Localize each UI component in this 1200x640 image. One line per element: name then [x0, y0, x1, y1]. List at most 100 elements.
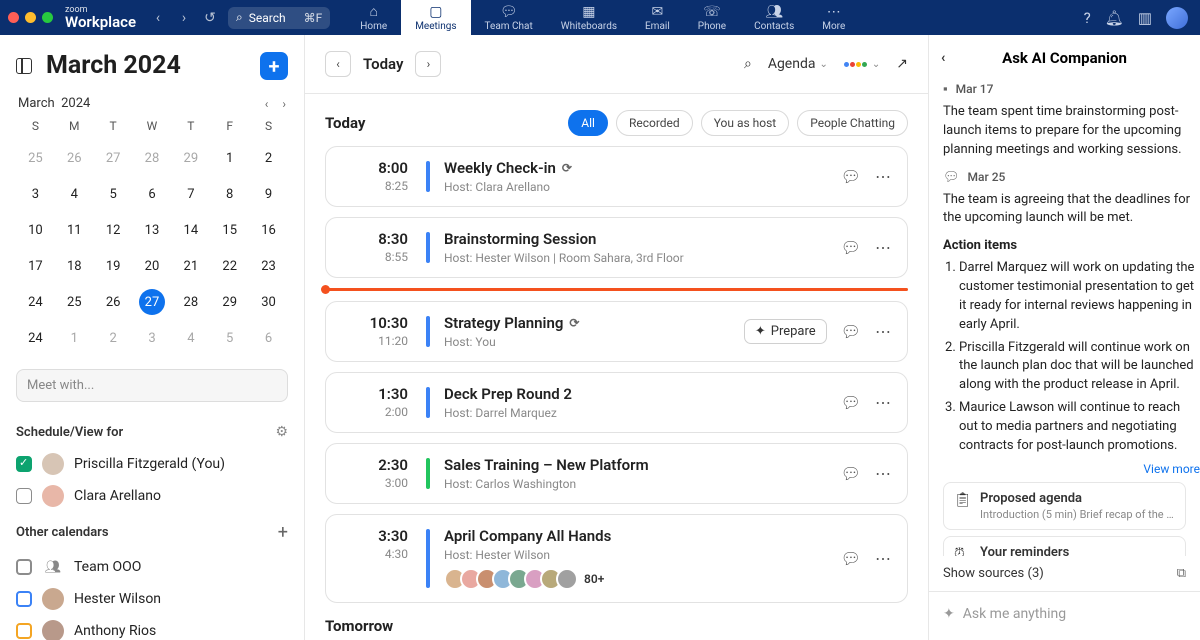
- prev-month-icon[interactable]: ‹: [265, 97, 269, 111]
- calendar-day[interactable]: 29: [210, 289, 249, 315]
- nav-back-icon[interactable]: ‹: [148, 8, 168, 28]
- new-event-button[interactable]: +: [260, 52, 288, 80]
- nav-home[interactable]: ⌂Home: [346, 0, 401, 35]
- checkbox[interactable]: [16, 488, 32, 504]
- calendar-day[interactable]: 28: [133, 145, 172, 171]
- calendar-other[interactable]: Hester Wilson: [16, 583, 288, 615]
- meet-with-input[interactable]: Meet with...: [16, 369, 288, 402]
- panel-icon[interactable]: ▥: [1138, 9, 1152, 27]
- calendar-day[interactable]: 27: [139, 289, 165, 315]
- sidebar-toggle-icon[interactable]: [16, 58, 32, 74]
- chat-icon[interactable]: 💬︎: [841, 238, 861, 257]
- ask-input[interactable]: ✦ Ask me anything: [929, 591, 1200, 640]
- calendar-day[interactable]: 15: [210, 217, 249, 243]
- calendar-day[interactable]: 10: [16, 217, 55, 243]
- more-icon[interactable]: ⋯: [875, 322, 891, 341]
- calendar-day[interactable]: 24: [16, 289, 55, 315]
- prev-day-button[interactable]: ‹: [325, 51, 351, 77]
- calendar-day[interactable]: 23: [249, 253, 288, 279]
- show-sources[interactable]: Show sources (3)⧉: [929, 556, 1200, 591]
- calendar-day[interactable]: 14: [171, 217, 210, 243]
- search-icon[interactable]: ⌕: [744, 56, 752, 72]
- calendar-day[interactable]: 1: [55, 325, 94, 351]
- calendar-day[interactable]: 8: [210, 181, 249, 207]
- proposed-agenda-card[interactable]: 📋︎ Proposed agenda Introduction (5 min) …: [943, 482, 1186, 530]
- checkbox[interactable]: [16, 456, 32, 472]
- chat-icon[interactable]: 💬︎: [841, 322, 861, 341]
- checkbox[interactable]: [16, 559, 32, 575]
- more-icon[interactable]: ⋯: [875, 393, 891, 412]
- meeting-card[interactable]: 3:304:30 April Company All HandsHost: He…: [325, 514, 908, 603]
- nav-contacts[interactable]: 👥︎Contacts: [740, 0, 808, 35]
- meeting-card[interactable]: 2:303:00 Sales Training – New PlatformHo…: [325, 443, 908, 504]
- meeting-card[interactable]: 8:008:25 Weekly Check-in ⟳Host: Clara Ar…: [325, 146, 908, 207]
- calendar-day[interactable]: 22: [210, 253, 249, 279]
- meeting-card[interactable]: 1:302:00 Deck Prep Round 2Host: Darrel M…: [325, 372, 908, 433]
- next-month-icon[interactable]: ›: [282, 97, 286, 111]
- filter-chip[interactable]: All: [568, 110, 608, 136]
- nav-meetings[interactable]: ▢Meetings: [401, 0, 470, 35]
- calendar-day[interactable]: 9: [249, 181, 288, 207]
- calendar-other[interactable]: Anthony Rios: [16, 615, 288, 640]
- next-day-button[interactable]: ›: [415, 51, 441, 77]
- calendar-day[interactable]: 26: [55, 145, 94, 171]
- calendar-day[interactable]: 2: [249, 145, 288, 171]
- calendar-day[interactable]: 30: [249, 289, 288, 315]
- checkbox[interactable]: [16, 591, 32, 607]
- calendar-day[interactable]: 4: [55, 181, 94, 207]
- nav-more[interactable]: ⋯More: [808, 0, 859, 35]
- calendar-day[interactable]: 3: [16, 181, 55, 207]
- chat-icon[interactable]: 💬︎: [841, 393, 861, 412]
- calendar-day[interactable]: 29: [171, 145, 210, 171]
- calendar-day[interactable]: 19: [94, 253, 133, 279]
- nav-whiteboards[interactable]: ▦Whiteboards: [547, 0, 631, 35]
- calendar-day[interactable]: 7: [171, 181, 210, 207]
- calendar-day[interactable]: 16: [249, 217, 288, 243]
- history-icon[interactable]: ↺: [200, 8, 220, 28]
- calendar-day[interactable]: 13: [133, 217, 172, 243]
- calendar-day[interactable]: 28: [171, 289, 210, 315]
- calendar-day[interactable]: 17: [16, 253, 55, 279]
- calendar-day[interactable]: 20: [133, 253, 172, 279]
- more-icon[interactable]: ⋯: [875, 167, 891, 186]
- copy-icon[interactable]: ⧉: [1177, 566, 1186, 581]
- view-select[interactable]: Agenda⌄: [768, 56, 828, 72]
- nav-team-chat[interactable]: 💬︎Team Chat: [471, 0, 547, 35]
- calendar-day[interactable]: 3: [133, 325, 172, 351]
- calendar-person[interactable]: Priscilla Fitzgerald (You): [16, 448, 288, 480]
- chat-icon[interactable]: 💬︎: [841, 549, 861, 568]
- meeting-card[interactable]: 10:3011:20 Strategy Planning ⟳Host: You …: [325, 301, 908, 362]
- nav-email[interactable]: ✉Email: [631, 0, 684, 35]
- calendar-person[interactable]: Clara Arellano: [16, 480, 288, 512]
- pop-out-icon[interactable]: ↗: [896, 56, 908, 72]
- calendar-day[interactable]: 5: [210, 325, 249, 351]
- calendar-day[interactable]: 12: [94, 217, 133, 243]
- gear-icon[interactable]: ⚙: [275, 424, 288, 440]
- more-icon[interactable]: ⋯: [875, 464, 891, 483]
- panel-back-icon[interactable]: ‹: [941, 50, 945, 66]
- calendar-day[interactable]: 18: [55, 253, 94, 279]
- add-calendar-icon[interactable]: +: [278, 522, 288, 543]
- nav-phone[interactable]: ☏Phone: [684, 0, 740, 35]
- chat-icon[interactable]: 💬︎: [841, 167, 861, 186]
- filter-chip[interactable]: You as host: [701, 110, 790, 136]
- google-cal-select[interactable]: ⌄: [844, 59, 880, 70]
- search-input[interactable]: ⌕Search⌘F: [228, 7, 330, 29]
- calendar-day[interactable]: 11: [55, 217, 94, 243]
- calendar-day[interactable]: 26: [94, 289, 133, 315]
- reminders-card[interactable]: ⏰︎ Your reminders 1. Refining and implem…: [943, 536, 1186, 556]
- calendar-day[interactable]: 5: [94, 181, 133, 207]
- mini-calendar[interactable]: March 2024 ‹› SMTWTFS2526272829123456789…: [16, 92, 288, 351]
- more-icon[interactable]: ⋯: [875, 549, 891, 568]
- prepare-button[interactable]: ✦Prepare: [744, 319, 827, 344]
- view-more-link[interactable]: View more: [943, 462, 1200, 476]
- calendar-other[interactable]: 👥︎Team OOO: [16, 551, 288, 583]
- filter-chip[interactable]: Recorded: [616, 110, 693, 136]
- bell-icon[interactable]: 🔔︎: [1105, 9, 1124, 27]
- more-icon[interactable]: ⋯: [875, 238, 891, 257]
- nav-fwd-icon[interactable]: ›: [174, 8, 194, 28]
- help-icon[interactable]: ?: [1084, 9, 1091, 27]
- calendar-day[interactable]: 27: [94, 145, 133, 171]
- calendar-day[interactable]: 6: [249, 325, 288, 351]
- filter-chip[interactable]: People Chatting: [797, 110, 908, 136]
